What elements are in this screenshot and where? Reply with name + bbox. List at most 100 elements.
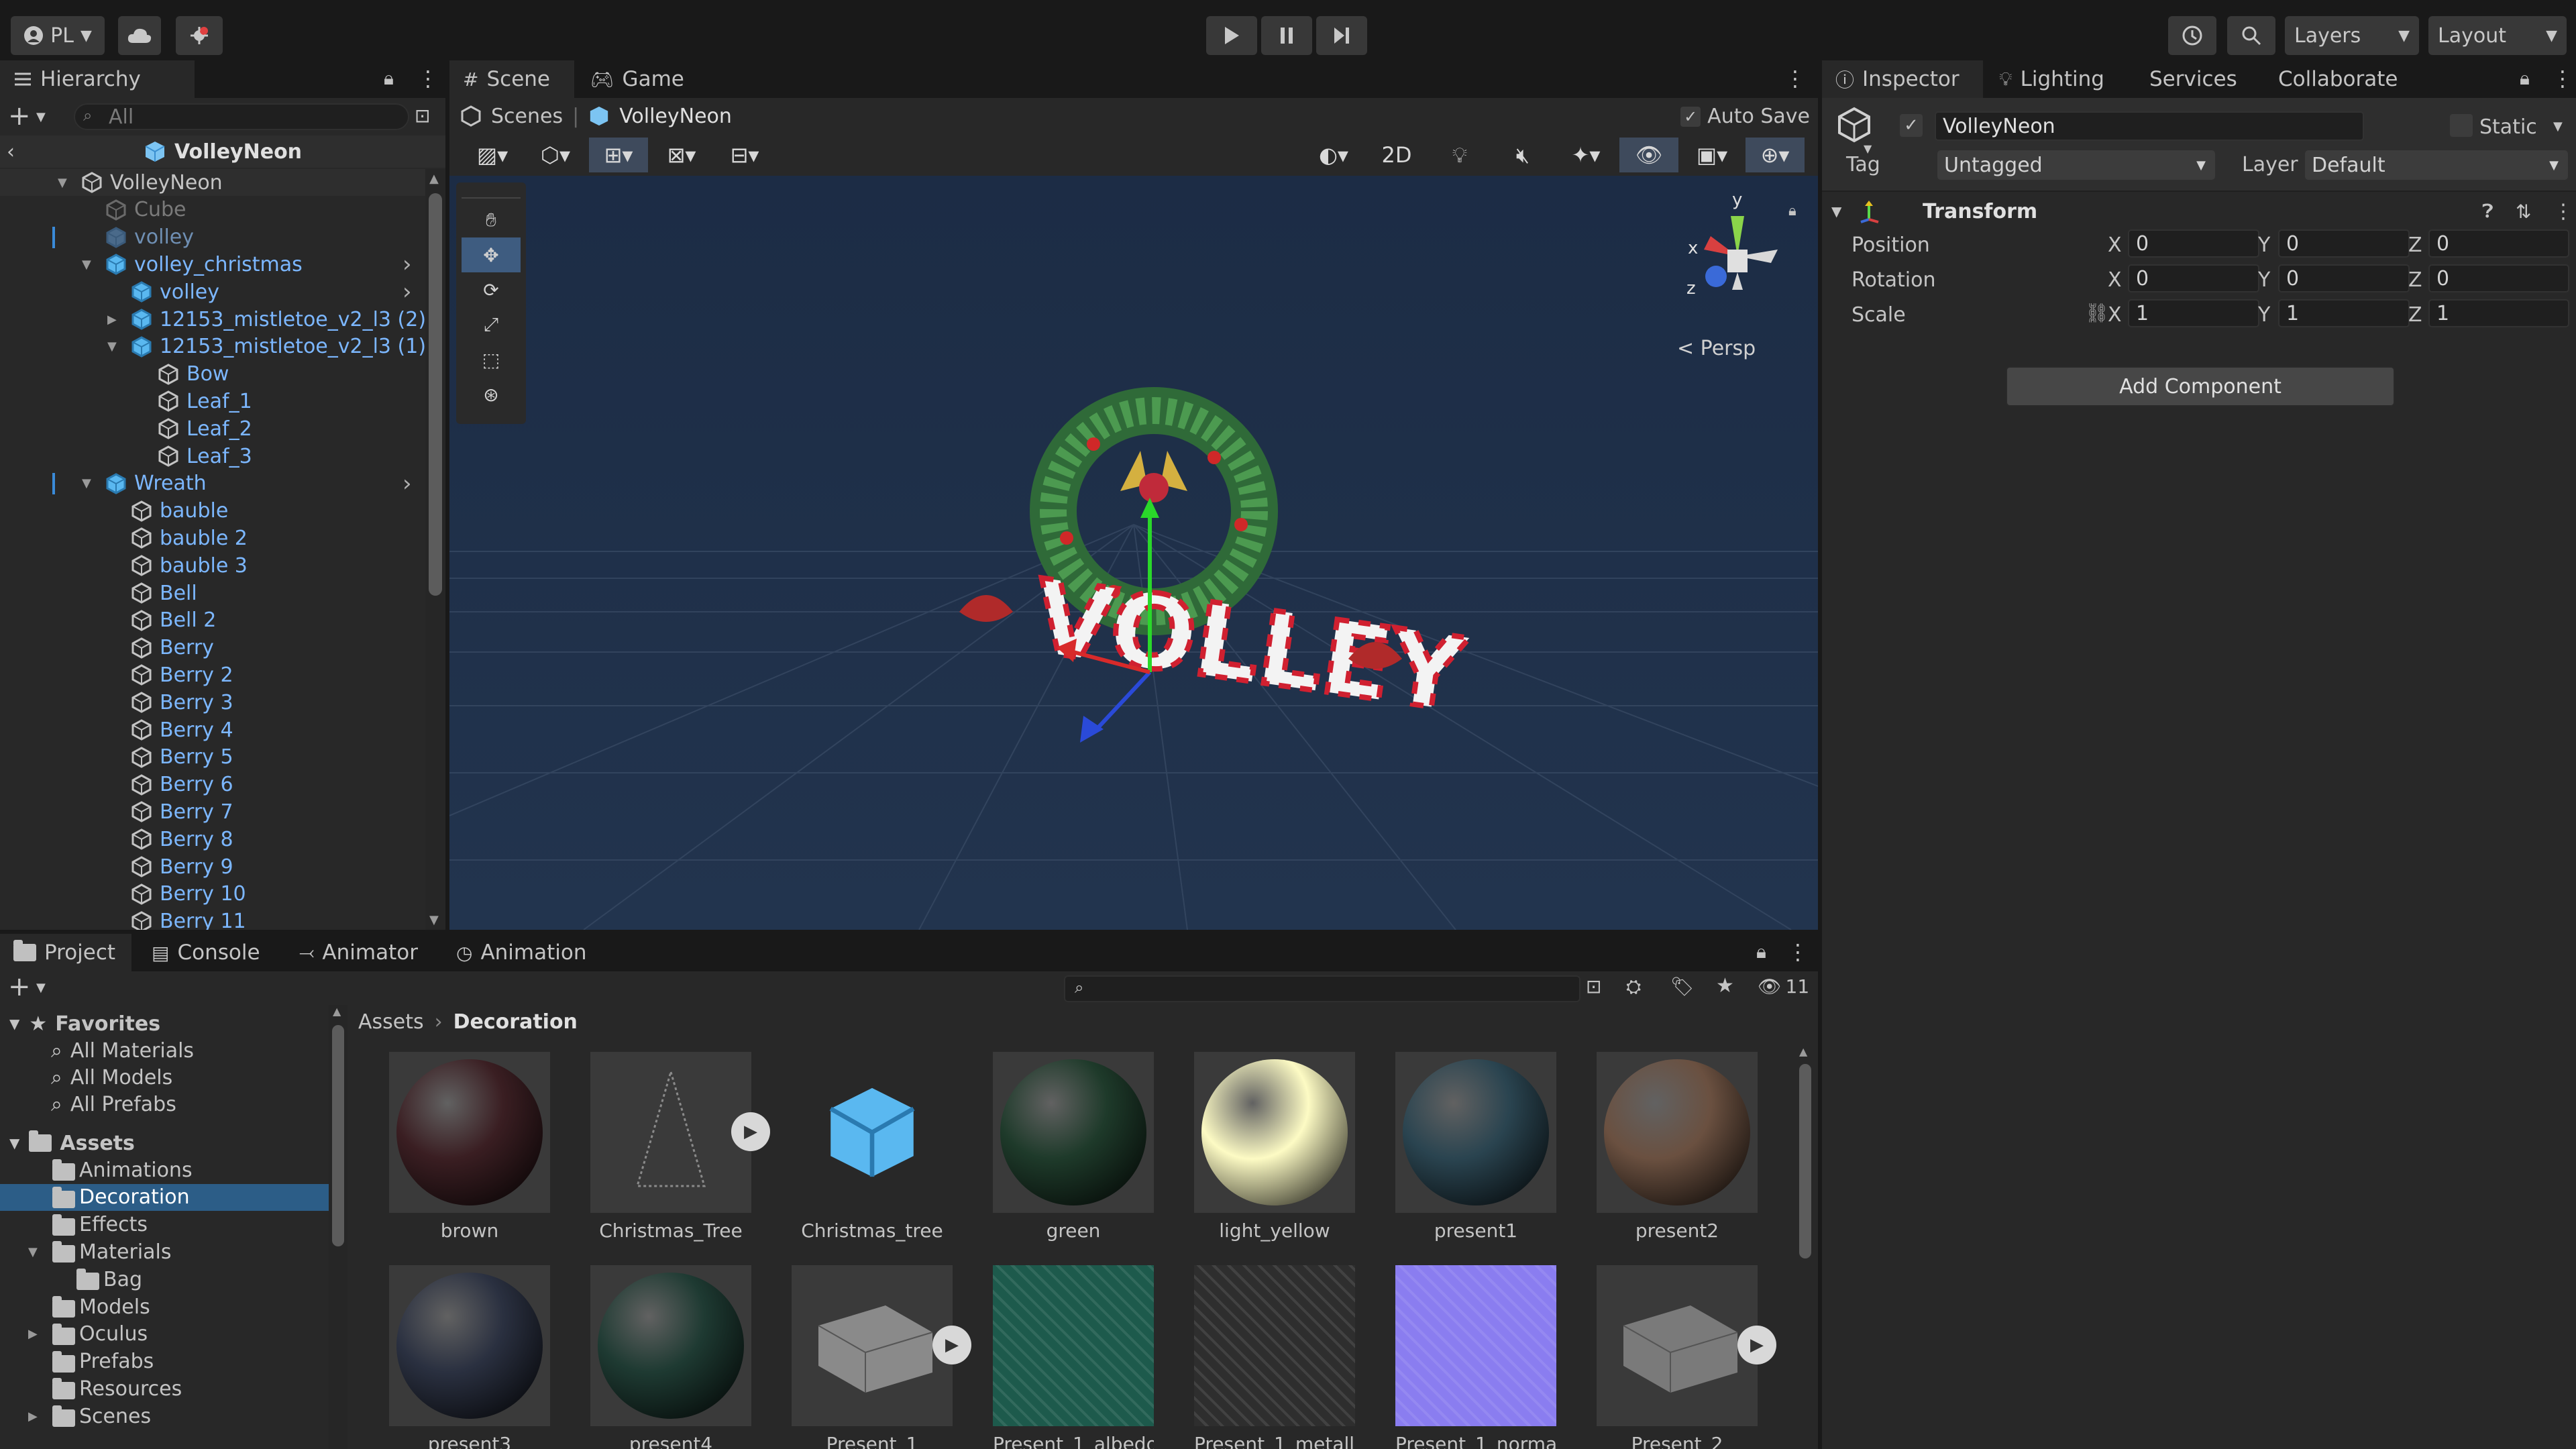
tab-game[interactable]: 🎮︎ Game [577, 60, 698, 98]
transform-scale-x-field[interactable]: 1 [2128, 299, 2259, 327]
tab-console[interactable]: ▤ Console [138, 934, 279, 971]
search-button[interactable] [2227, 16, 2275, 55]
scroll-thumb[interactable] [332, 1025, 344, 1246]
hierarchy-item[interactable]: bauble 2 [0, 525, 425, 551]
pause-button[interactable] [1261, 16, 1312, 55]
add-icon[interactable]: + [8, 971, 31, 1002]
asset-item[interactable]: brown [389, 1052, 550, 1242]
hierarchy-item[interactable]: ▼ volley_christmas › [0, 251, 425, 278]
play-button[interactable] [1206, 16, 1257, 55]
active-checkbox[interactable]: ✓ [1900, 114, 1923, 137]
visibility-toggle[interactable]: 👁︎ [1619, 138, 1678, 172]
hierarchy-item[interactable]: volley › [0, 278, 425, 305]
increment-snap-button[interactable]: ⊠▾ [652, 138, 711, 172]
scroll-thumb[interactable] [429, 193, 442, 596]
asset-item[interactable]: Present_1_metallic [1194, 1265, 1355, 1449]
chevron-down-icon[interactable]: ▼ [58, 176, 67, 190]
breadcrumb-decoration[interactable]: Decoration [453, 1010, 578, 1034]
folder-item[interactable]: Bag [0, 1266, 329, 1293]
scroll-up-icon[interactable]: ▲ [429, 172, 439, 186]
constrain-proportions-icon[interactable]: ⛓ [2085, 302, 2109, 324]
presets-icon[interactable]: ⇅ [2516, 201, 2531, 223]
chevron-right-icon[interactable]: ▶ [28, 1327, 38, 1341]
scene-viewport[interactable]: VOLLEY ✋︎ ✥ ⟳ ⤢ ⬚ ⊛ y x z 🔒︎ < Persp [449, 176, 1818, 930]
transform-scale-z-field[interactable]: 1 [2428, 299, 2569, 327]
align-button[interactable]: ⊟▾ [715, 138, 774, 172]
orientation-gizmo[interactable]: y x z 🔒︎ [1670, 189, 1805, 317]
folder-item[interactable]: Prefabs [0, 1348, 329, 1375]
transform-position-y-field[interactable]: 0 [2278, 229, 2410, 258]
gizmos-button[interactable]: ⊕▾ [1746, 138, 1805, 172]
shading-mode-button[interactable]: ⬡▾ [526, 138, 585, 172]
tab-hierarchy[interactable]: Hierarchy [0, 60, 195, 98]
folder-tree-scrollbar[interactable]: ▲ [329, 1005, 347, 1449]
asset-item[interactable]: light_yellow [1194, 1052, 1355, 1242]
hierarchy-item[interactable]: Leaf_3 [0, 443, 425, 470]
asset-item[interactable]: present4 [590, 1265, 751, 1449]
add-icon[interactable]: + [8, 101, 31, 131]
collab-button[interactable] [176, 16, 223, 55]
lock-icon[interactable]: 🔒︎ [2520, 67, 2530, 90]
asset-item[interactable]: ▶ Present_1 [792, 1265, 971, 1449]
hierarchy-item[interactable]: Bell [0, 580, 425, 606]
lock-icon[interactable]: 🔒︎ [384, 67, 394, 90]
hierarchy-item[interactable]: Berry 7 [0, 798, 425, 825]
rotate-tool-button[interactable]: ⟳ [462, 272, 521, 307]
chevron-down-icon[interactable]: ▼ [82, 476, 91, 490]
scale-tool-button[interactable]: ⤢ [462, 307, 521, 342]
play-preview-icon[interactable]: ▶ [731, 1112, 770, 1151]
hierarchy-search-input[interactable]: ⌕ All [74, 103, 409, 130]
asset-item[interactable]: green [993, 1052, 1154, 1242]
filter-type-icon[interactable]: ⛭ [1626, 975, 1641, 998]
scroll-up-icon[interactable]: ▲ [1799, 1045, 1807, 1058]
chevron-right-icon[interactable]: ▶ [28, 1409, 38, 1424]
tab-project[interactable]: Project [0, 934, 131, 971]
chevron-down-icon[interactable]: ▼ [107, 339, 117, 354]
hierarchy-item[interactable]: Berry 4 [0, 716, 425, 743]
checkbox-checked-icon[interactable]: ✓ [1680, 106, 1701, 127]
chevron-down-icon[interactable]: ▼ [2553, 119, 2563, 133]
object-name-field[interactable]: VolleyNeon [1935, 111, 2364, 141]
snap-grid-button[interactable]: ⊞▾ [589, 138, 648, 172]
hierarchy-item[interactable]: Berry 9 [0, 853, 425, 880]
draw-mode-button[interactable]: ▨▾ [463, 138, 522, 172]
transform-rotation-y-field[interactable]: 0 [2278, 264, 2410, 292]
auto-save-toggle[interactable]: ✓ Auto Save [1680, 105, 1810, 128]
hand-tool-button[interactable]: ✋︎ [462, 203, 521, 237]
back-arrow-icon[interactable]: ‹ [7, 140, 15, 164]
hierarchy-item[interactable]: Berry 2 [0, 661, 425, 688]
folder-item[interactable]: Models [0, 1293, 329, 1320]
layer-dropdown[interactable]: Default ▼ [2305, 150, 2568, 180]
asset-item[interactable]: ▶ Present_2 [1597, 1265, 1776, 1449]
scroll-thumb[interactable] [1799, 1064, 1811, 1258]
hierarchy-item[interactable]: Berry 3 [0, 689, 425, 716]
hierarchy-item[interactable]: Berry 6 [0, 771, 425, 798]
tab-lighting[interactable]: 💡︎ Lighting [1986, 60, 2133, 98]
hierarchy-item[interactable]: Bell 2 [0, 607, 425, 634]
divider[interactable] [445, 60, 449, 934]
scene-header[interactable]: ‹ VolleyNeon [0, 136, 445, 168]
transform-position-z-field[interactable]: 0 [2428, 229, 2569, 258]
hierarchy-item[interactable]: volley [0, 224, 425, 251]
folder-item[interactable]: ▶ Scenes [0, 1403, 329, 1430]
audio-mute-icon[interactable]: 🔇︎ [1493, 138, 1552, 172]
hierarchy-item[interactable]: ▶ 12153_mistletoe_v2_l3 (2) [0, 306, 425, 333]
hierarchy-item[interactable]: ▼ Wreath › [0, 470, 425, 497]
hierarchy-item[interactable]: ▼ VolleyNeon [0, 169, 425, 196]
hierarchy-item[interactable]: Leaf_1 [0, 388, 425, 415]
transform-rotation-x-field[interactable]: 0 [2128, 264, 2259, 292]
transform-header[interactable]: ▼ Transform ❓︎ ⇅ ⋮ [1822, 195, 2576, 228]
hierarchy-item[interactable]: bauble [0, 498, 425, 525]
tab-scene[interactable]: # Scene [449, 60, 574, 98]
kebab-menu-icon[interactable]: ⋮ [2553, 200, 2573, 223]
chevron-down-icon[interactable]: ▼ [28, 1245, 38, 1259]
asset-item[interactable]: present2 [1597, 1052, 1758, 1242]
lock-icon[interactable]: 🔒︎ [1788, 203, 1796, 219]
hierarchy-item[interactable]: Bow [0, 361, 425, 388]
folder-item[interactable]: ▶ Oculus [0, 1321, 329, 1348]
kebab-menu-icon[interactable]: ⋮ [1787, 939, 1809, 965]
transform-scale-y-field[interactable]: 1 [2278, 299, 2410, 327]
rect-tool-button[interactable]: ⬚ [462, 342, 521, 377]
favorites-header[interactable]: ▼ ★ Favorites [0, 1010, 160, 1037]
play-preview-icon[interactable]: ▶ [1737, 1326, 1776, 1364]
